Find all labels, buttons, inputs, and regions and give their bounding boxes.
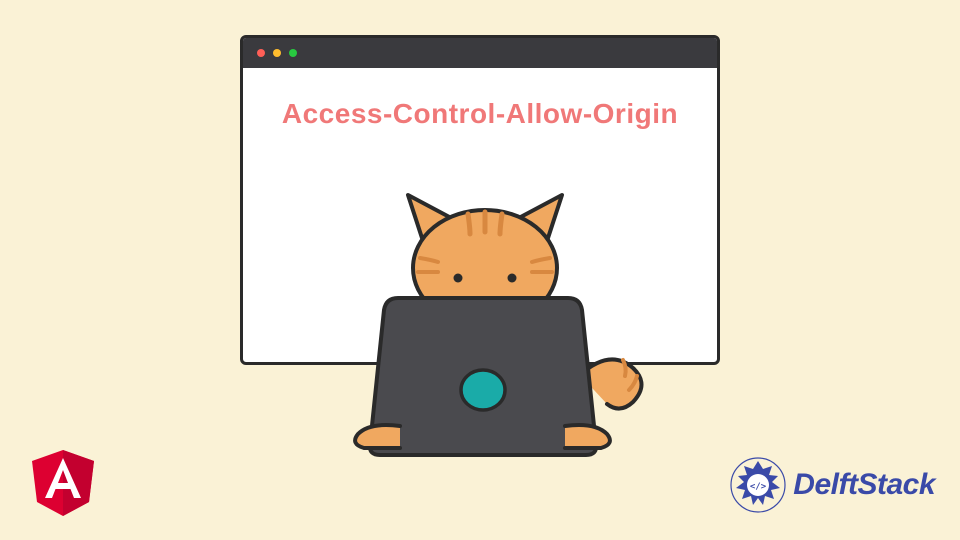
window-titlebar <box>243 38 717 68</box>
svg-text:</>: </> <box>750 482 767 492</box>
delftstack-emblem-icon: </> <box>729 456 787 514</box>
delftstack-logo: </> DelftStack <box>729 456 935 514</box>
close-icon <box>257 49 265 57</box>
cat-paw-left-icon <box>350 422 405 452</box>
angular-logo-icon <box>28 448 98 518</box>
cat-illustration <box>350 190 620 470</box>
cat-paw-right-icon <box>560 422 615 452</box>
minimize-icon <box>273 49 281 57</box>
header-title: Access-Control-Allow-Origin <box>243 98 717 130</box>
delftstack-brand-text: DelftStack <box>793 468 935 502</box>
maximize-icon <box>289 49 297 57</box>
